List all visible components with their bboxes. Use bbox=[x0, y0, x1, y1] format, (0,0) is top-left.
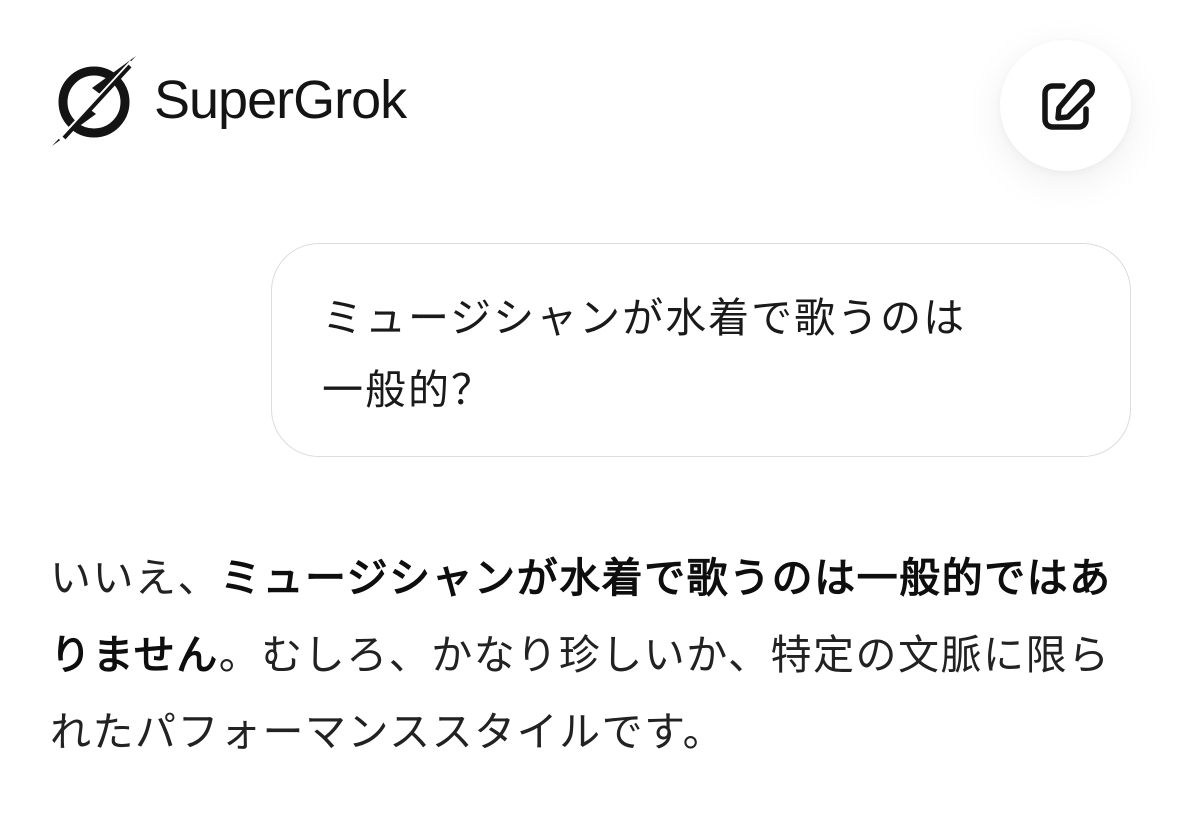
assistant-text-intro: いいえ、 bbox=[50, 554, 220, 602]
user-message-bubble: ミュージシャンが水着で歌うのは 一般的？ bbox=[271, 243, 1131, 457]
user-message-line-1: ミュージシャンが水着で歌うのは bbox=[322, 294, 967, 342]
new-chat-button[interactable] bbox=[1000, 40, 1131, 171]
top-header: SuperGrok bbox=[0, 0, 1179, 200]
assistant-message: いいえ、ミュージシャンが水着で歌うのは一般的ではありません。むしろ、かなり珍しい… bbox=[50, 540, 1130, 771]
user-message-line-2: 一般的？ bbox=[322, 366, 494, 414]
brand-logo[interactable]: SuperGrok bbox=[48, 52, 407, 148]
brand-name: SuperGrok bbox=[154, 70, 407, 130]
grok-logo-icon bbox=[52, 56, 136, 146]
edit-pencil-icon bbox=[1041, 78, 1095, 130]
